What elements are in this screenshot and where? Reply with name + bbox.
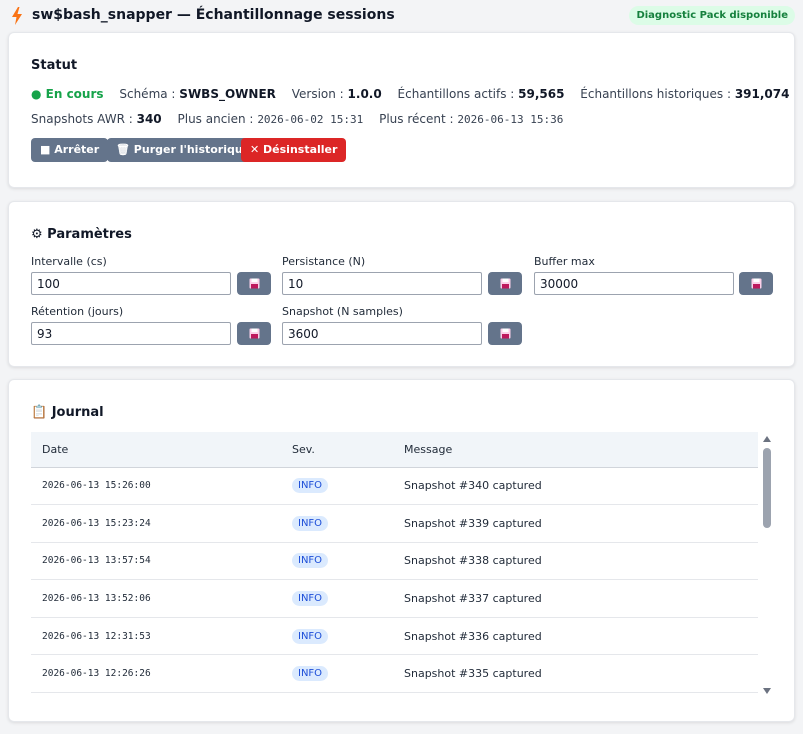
row-message <box>393 692 758 694</box>
newest-info: Plus récent : 2026-06-13 15:36 <box>379 112 564 126</box>
row-date: 2026-06-13 15:26:00 <box>31 467 281 506</box>
table-row <box>31 692 758 694</box>
parameters-title: ⚙ Paramètres <box>31 227 132 242</box>
row-date: 2026-06-13 15:23:24 <box>31 504 281 543</box>
table-row: 2026-06-13 12:26:26 INFO Snapshot #335 c… <box>31 654 758 694</box>
save-interval-button[interactable] <box>237 272 271 295</box>
persistence-input[interactable] <box>282 272 482 295</box>
journal-title: 📋 Journal <box>31 405 104 420</box>
row-message: Snapshot #340 captured <box>393 467 758 506</box>
severity-badge: INFO <box>292 628 329 644</box>
row-date <box>31 692 281 694</box>
interval-label: Intervalle (cs) <box>31 255 107 268</box>
scroll-thumb[interactable] <box>763 448 771 528</box>
save-retention-button[interactable] <box>237 322 271 345</box>
row-sev: INFO <box>281 579 393 618</box>
row-sev: INFO <box>281 504 393 543</box>
table-header-row: Date Sev. Message <box>31 432 758 468</box>
retention-label: Rétention (jours) <box>31 305 124 318</box>
row-message: Snapshot #337 captured <box>393 579 758 618</box>
status-row-1: ● En cours Schéma : SWBS_OWNER Version :… <box>31 87 801 101</box>
journal-card: 📋 Journal Date Sev. Message 2026-06-13 1… <box>8 379 795 722</box>
floppy-disk-icon <box>500 328 510 339</box>
severity-badge: INFO <box>292 553 329 569</box>
history-samples-info: Échantillons historiques : 391,074 <box>580 87 790 101</box>
save-snapshot-samples-button[interactable] <box>488 322 522 345</box>
journal-scrollbar[interactable] <box>761 432 773 698</box>
row-sev: INFO <box>281 617 393 656</box>
awr-snapshots-info: Snapshots AWR : 340 <box>31 112 162 126</box>
oldest-info: Plus ancien : 2026-06-02 15:31 <box>177 112 364 126</box>
journal-table: Date Sev. Message 2026-06-13 15:26:00 IN… <box>31 432 758 694</box>
row-sev: INFO <box>281 467 393 506</box>
floppy-disk-icon <box>751 278 761 289</box>
col-message-header[interactable]: Message <box>393 432 758 468</box>
row-sev: INFO <box>281 654 393 694</box>
floppy-disk-icon <box>500 278 510 289</box>
app-header: sw$bash_snapper — Échantillonnage sessio… <box>0 0 803 32</box>
table-row: 2026-06-13 12:31:53 INFO Snapshot #336 c… <box>31 617 758 656</box>
snapshot-samples-input[interactable] <box>282 322 482 345</box>
row-date: 2026-06-13 12:26:26 <box>31 654 281 694</box>
status-card: Statut ● En cours Schéma : SWBS_OWNER Ve… <box>8 32 795 188</box>
row-date: 2026-06-13 12:31:53 <box>31 617 281 656</box>
page-title: sw$bash_snapper — Échantillonnage sessio… <box>32 7 395 23</box>
journal-table-wrap: Date Sev. Message 2026-06-13 15:26:00 IN… <box>31 432 758 694</box>
stop-button[interactable]: ■ Arrêter <box>31 138 109 162</box>
floppy-disk-icon <box>249 278 259 289</box>
snapshot-samples-label: Snapshot (N samples) <box>282 305 403 318</box>
row-sev: INFO <box>281 542 393 581</box>
table-row: 2026-06-13 15:23:24 INFO Snapshot #339 c… <box>31 504 758 543</box>
diagnostic-pack-badge: Diagnostic Pack disponible <box>629 6 795 25</box>
col-date-header[interactable]: Date <box>31 432 281 468</box>
buffer-max-input[interactable] <box>534 272 734 295</box>
scroll-down-arrow-icon[interactable] <box>761 686 773 696</box>
floppy-disk-icon <box>249 328 259 339</box>
table-row: 2026-06-13 13:52:06 INFO Snapshot #337 c… <box>31 579 758 618</box>
scroll-up-arrow-icon[interactable] <box>761 434 773 444</box>
retention-input[interactable] <box>31 322 231 345</box>
severity-badge: INFO <box>292 591 329 607</box>
active-samples-info: Échantillons actifs : 59,565 <box>397 87 565 101</box>
table-row: 2026-06-13 13:57:54 INFO Snapshot #338 c… <box>31 542 758 581</box>
row-message: Snapshot #339 captured <box>393 504 758 543</box>
col-sev-header[interactable]: Sev. <box>281 432 393 468</box>
buffer-max-label: Buffer max <box>534 255 595 268</box>
severity-badge: INFO <box>292 666 329 682</box>
severity-badge: INFO <box>292 478 329 494</box>
table-row: 2026-06-13 15:26:00 INFO Snapshot #340 c… <box>31 467 758 506</box>
status-title: Statut <box>31 58 78 73</box>
status-row-2: Snapshots AWR : 340 Plus ancien : 2026-0… <box>31 112 575 126</box>
row-date: 2026-06-13 13:57:54 <box>31 542 281 581</box>
row-message: Snapshot #335 captured <box>393 654 758 694</box>
row-sev <box>281 692 393 694</box>
running-status: ● En cours <box>31 87 104 101</box>
row-date: 2026-06-13 13:52:06 <box>31 579 281 618</box>
persistence-label: Persistance (N) <box>282 255 366 268</box>
purge-history-button[interactable]: 🗑 Purger l'historique <box>107 138 260 162</box>
row-message: Snapshot #338 captured <box>393 542 758 581</box>
severity-badge: INFO <box>292 515 329 531</box>
version-info: Version : 1.0.0 <box>291 87 382 101</box>
save-persistence-button[interactable] <box>488 272 522 295</box>
lightning-bolt-icon <box>12 7 22 25</box>
row-message: Snapshot #336 captured <box>393 617 758 656</box>
save-buffer-max-button[interactable] <box>739 272 773 295</box>
schema-info: Schéma : SWBS_OWNER <box>119 87 276 101</box>
parameters-card: ⚙ Paramètres Intervalle (cs) Persistance… <box>8 201 795 367</box>
uninstall-button[interactable]: ✕ Désinstaller <box>241 138 347 162</box>
interval-input[interactable] <box>31 272 231 295</box>
